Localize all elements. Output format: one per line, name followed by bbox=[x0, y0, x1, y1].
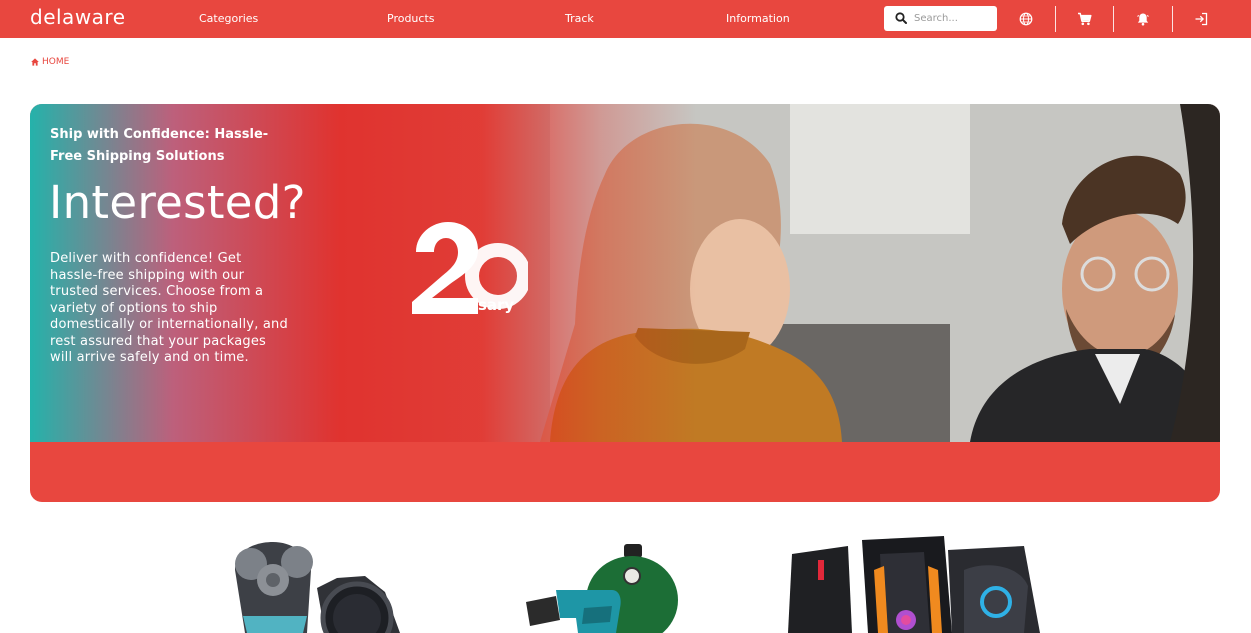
nav-categories[interactable]: Categories bbox=[199, 12, 258, 25]
search-box[interactable] bbox=[884, 6, 997, 31]
hero-description: Deliver with confidence! Get hassle-free… bbox=[50, 251, 288, 365]
nav-products[interactable]: Products bbox=[387, 12, 435, 25]
breadcrumb-home[interactable]: HOME bbox=[42, 57, 69, 67]
brand-logo[interactable]: delaware bbox=[30, 5, 126, 29]
toolbar-divider bbox=[1055, 6, 1056, 32]
globe-icon[interactable] bbox=[1016, 9, 1036, 29]
home-icon bbox=[31, 58, 39, 66]
shaver-and-smartwatch-image[interactable] bbox=[215, 530, 405, 633]
hero-eyebrow: Ship with Confidence: Hassle-Free Shippi… bbox=[50, 127, 269, 164]
notification-bell-icon[interactable] bbox=[1133, 9, 1153, 29]
anniversary-caption: anniversary bbox=[414, 296, 515, 314]
gaming-pc-towers-image[interactable] bbox=[788, 530, 1046, 633]
hero-banner: Ship with Confidence: Hassle-Free Shippi… bbox=[30, 104, 1220, 502]
login-icon[interactable] bbox=[1191, 9, 1211, 29]
toolbar-divider bbox=[1172, 6, 1173, 32]
search-input[interactable] bbox=[914, 10, 990, 27]
toolbar-divider bbox=[1113, 6, 1114, 32]
search-icon bbox=[895, 12, 907, 24]
top-navigation-bar: delaware Categories Products Track Infor… bbox=[0, 0, 1251, 38]
nav-track[interactable]: Track bbox=[565, 12, 594, 25]
product-showcase bbox=[0, 530, 1251, 633]
breadcrumb: HOME bbox=[31, 57, 69, 67]
drill-and-grill-image[interactable] bbox=[520, 530, 680, 633]
nav-information[interactable]: Information bbox=[726, 12, 790, 25]
cart-icon[interactable] bbox=[1074, 9, 1094, 29]
hero-title: Interested? bbox=[49, 176, 306, 229]
